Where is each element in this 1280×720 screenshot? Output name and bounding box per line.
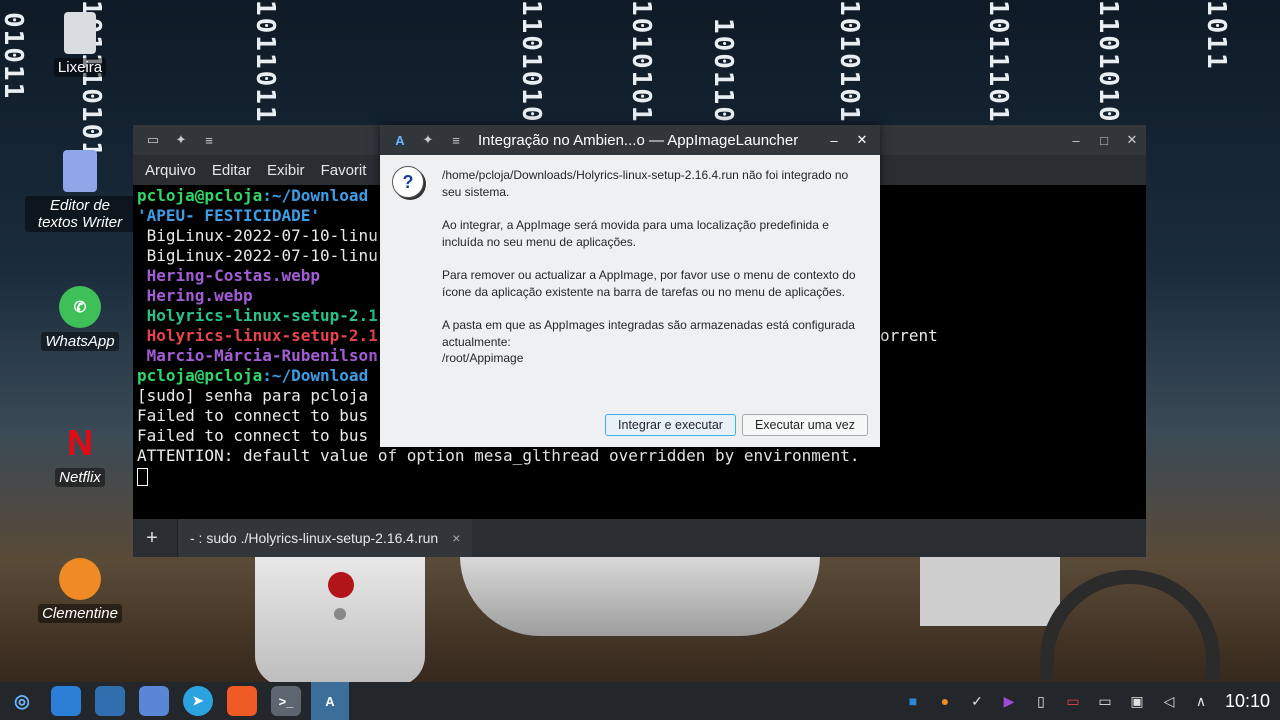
desktop-icon-label: Netflix bbox=[55, 468, 105, 487]
terminal-icon[interactable]: >_ bbox=[271, 686, 301, 716]
dialog-paragraph: Para remover ou actualizar a AppImage, p… bbox=[442, 268, 856, 299]
question-icon: ? bbox=[392, 166, 424, 198]
dialog-buttons: Integrar e executar Executar uma vez bbox=[605, 414, 868, 436]
desktop-icon-trash[interactable]: Lixeira bbox=[25, 12, 135, 77]
close-icon[interactable]: ✕ bbox=[1118, 132, 1146, 148]
dialog-title: Integração no Ambien...o — AppImageLaunc… bbox=[478, 131, 799, 149]
appimagelauncher-dialog[interactable]: A ✦ ≡ Integração no Ambien...o — AppImag… bbox=[380, 125, 880, 447]
writer-icon bbox=[63, 150, 97, 192]
volume-icon[interactable]: ◁ bbox=[1158, 690, 1180, 712]
wallpaper-binary: 1101010 bbox=[516, 0, 546, 124]
dialog-paragraph: Ao integrar, a AppImage será movida para… bbox=[442, 218, 829, 249]
desktop-icon-label: Clementine bbox=[38, 604, 122, 623]
menu-editar[interactable]: Editar bbox=[204, 162, 259, 179]
close-icon[interactable]: ✕ bbox=[848, 132, 876, 148]
desktop-icon-label: Lixeira bbox=[53, 58, 107, 77]
brave-icon[interactable] bbox=[227, 686, 257, 716]
menu-exibir[interactable]: Exibir bbox=[259, 162, 313, 179]
run-once-button[interactable]: Executar uma vez bbox=[741, 414, 868, 436]
wallpaper-dome bbox=[460, 556, 820, 636]
clementine-icon bbox=[59, 558, 101, 600]
terminal-icon: ▭ bbox=[146, 132, 160, 147]
wallpaper-binary: 1001100 bbox=[708, 18, 738, 142]
netflix-icon: N bbox=[67, 422, 93, 463]
wallpaper-binary: 10101011 bbox=[834, 0, 864, 142]
terminal-line-fragment: orrent bbox=[880, 326, 938, 345]
wallpaper-binary: 01011 bbox=[0, 12, 28, 101]
menu-icon[interactable]: ≡ bbox=[195, 133, 223, 148]
dialog-paragraph: /home/pcloja/Downloads/Holyrics-linux-se… bbox=[442, 168, 849, 199]
wallpaper-binary: 10101011 bbox=[626, 0, 656, 142]
wallpaper-camera bbox=[255, 556, 425, 686]
telegram-icon[interactable]: ➤ bbox=[183, 686, 213, 716]
trash-icon bbox=[64, 12, 96, 54]
tab-label: - : sudo ./Holyrics-linux-setup-2.16.4.r… bbox=[190, 530, 439, 546]
pin-icon[interactable]: ✦ bbox=[167, 132, 195, 148]
whatsapp-icon: ✆ bbox=[59, 286, 101, 328]
display-icon[interactable]: ▭ bbox=[1094, 690, 1116, 712]
file-manager-icon[interactable] bbox=[51, 686, 81, 716]
terminal-line: ATTENTION: default value of option mesa_… bbox=[137, 446, 860, 465]
desktop-icon-netflix[interactable]: N Netflix bbox=[25, 422, 135, 487]
biglinux-menu-icon[interactable]: ◎ bbox=[7, 686, 37, 716]
control-center-icon[interactable] bbox=[95, 686, 125, 716]
system-tray: ■ ● ✓ ▶ ▯ ▭ ▭ ▣ ◁ ∧ 10:10 bbox=[897, 682, 1280, 720]
desktop-icon-writer[interactable]: Editor de textos Writer bbox=[25, 150, 135, 232]
tab-sudo-holyrics[interactable]: - : sudo ./Holyrics-linux-setup-2.16.4.r… bbox=[177, 519, 473, 557]
clipboard-icon[interactable]: ▯ bbox=[1030, 690, 1052, 712]
terminal-cursor bbox=[137, 467, 148, 486]
desktop-icon-label: Editor de textos Writer bbox=[25, 196, 135, 232]
maximize-icon[interactable]: □ bbox=[1090, 133, 1118, 148]
terminal-cursor-line bbox=[137, 466, 1142, 486]
appimagelauncher-icon: A bbox=[395, 132, 405, 148]
big-store-icon[interactable] bbox=[139, 686, 169, 716]
integrate-and-run-button[interactable]: Integrar e executar bbox=[605, 414, 736, 436]
wallpaper-headphones bbox=[1040, 570, 1220, 680]
expand-icon[interactable]: ∧ bbox=[1190, 690, 1212, 712]
clementine-tray-icon[interactable]: ● bbox=[934, 690, 956, 712]
wallpaper-speaker bbox=[920, 556, 1060, 626]
menu-icon[interactable]: ≡ bbox=[442, 133, 470, 148]
appimagelauncher-icon[interactable]: A bbox=[311, 682, 349, 720]
dialog-message: ? /home/pcloja/Downloads/Holyrics-linux-… bbox=[380, 155, 880, 367]
minimize-icon[interactable]: – bbox=[1062, 133, 1090, 148]
desktop-icon-whatsapp[interactable]: ✆ WhatsApp bbox=[25, 286, 135, 351]
network-icon[interactable]: ▣ bbox=[1126, 690, 1148, 712]
menu-favoritos[interactable]: Favorit bbox=[313, 162, 375, 179]
dialog-paragraph: A pasta em que as AppImages integradas s… bbox=[442, 318, 855, 365]
dropbox-icon[interactable]: ■ bbox=[902, 690, 924, 712]
tab-close-icon[interactable]: × bbox=[452, 530, 460, 546]
minimize-icon[interactable]: – bbox=[820, 133, 848, 148]
battery-icon[interactable]: ▭ bbox=[1062, 690, 1084, 712]
new-tab-button[interactable]: + bbox=[133, 527, 171, 550]
desktop-icon-clementine[interactable]: Clementine bbox=[25, 558, 135, 623]
terminal-tabbar: + - : sudo ./Holyrics-linux-setup-2.16.4… bbox=[133, 519, 1146, 557]
wallpaper-binary: 1011 bbox=[1201, 0, 1231, 71]
clock[interactable]: 10:10 bbox=[1225, 691, 1270, 712]
desktop-icon-label: WhatsApp bbox=[41, 332, 119, 351]
menu-arquivo[interactable]: Arquivo bbox=[137, 162, 204, 179]
pin-icon[interactable]: ✦ bbox=[414, 132, 442, 148]
taskbar: ◎ ➤ >_ A ■ ● ✓ ▶ ▯ ▭ ▭ ▣ ◁ ∧ 10:10 bbox=[0, 682, 1280, 720]
media-icon[interactable]: ▶ bbox=[998, 690, 1020, 712]
check-icon[interactable]: ✓ bbox=[966, 690, 988, 712]
dialog-titlebar[interactable]: A ✦ ≡ Integração no Ambien...o — AppImag… bbox=[380, 125, 880, 155]
